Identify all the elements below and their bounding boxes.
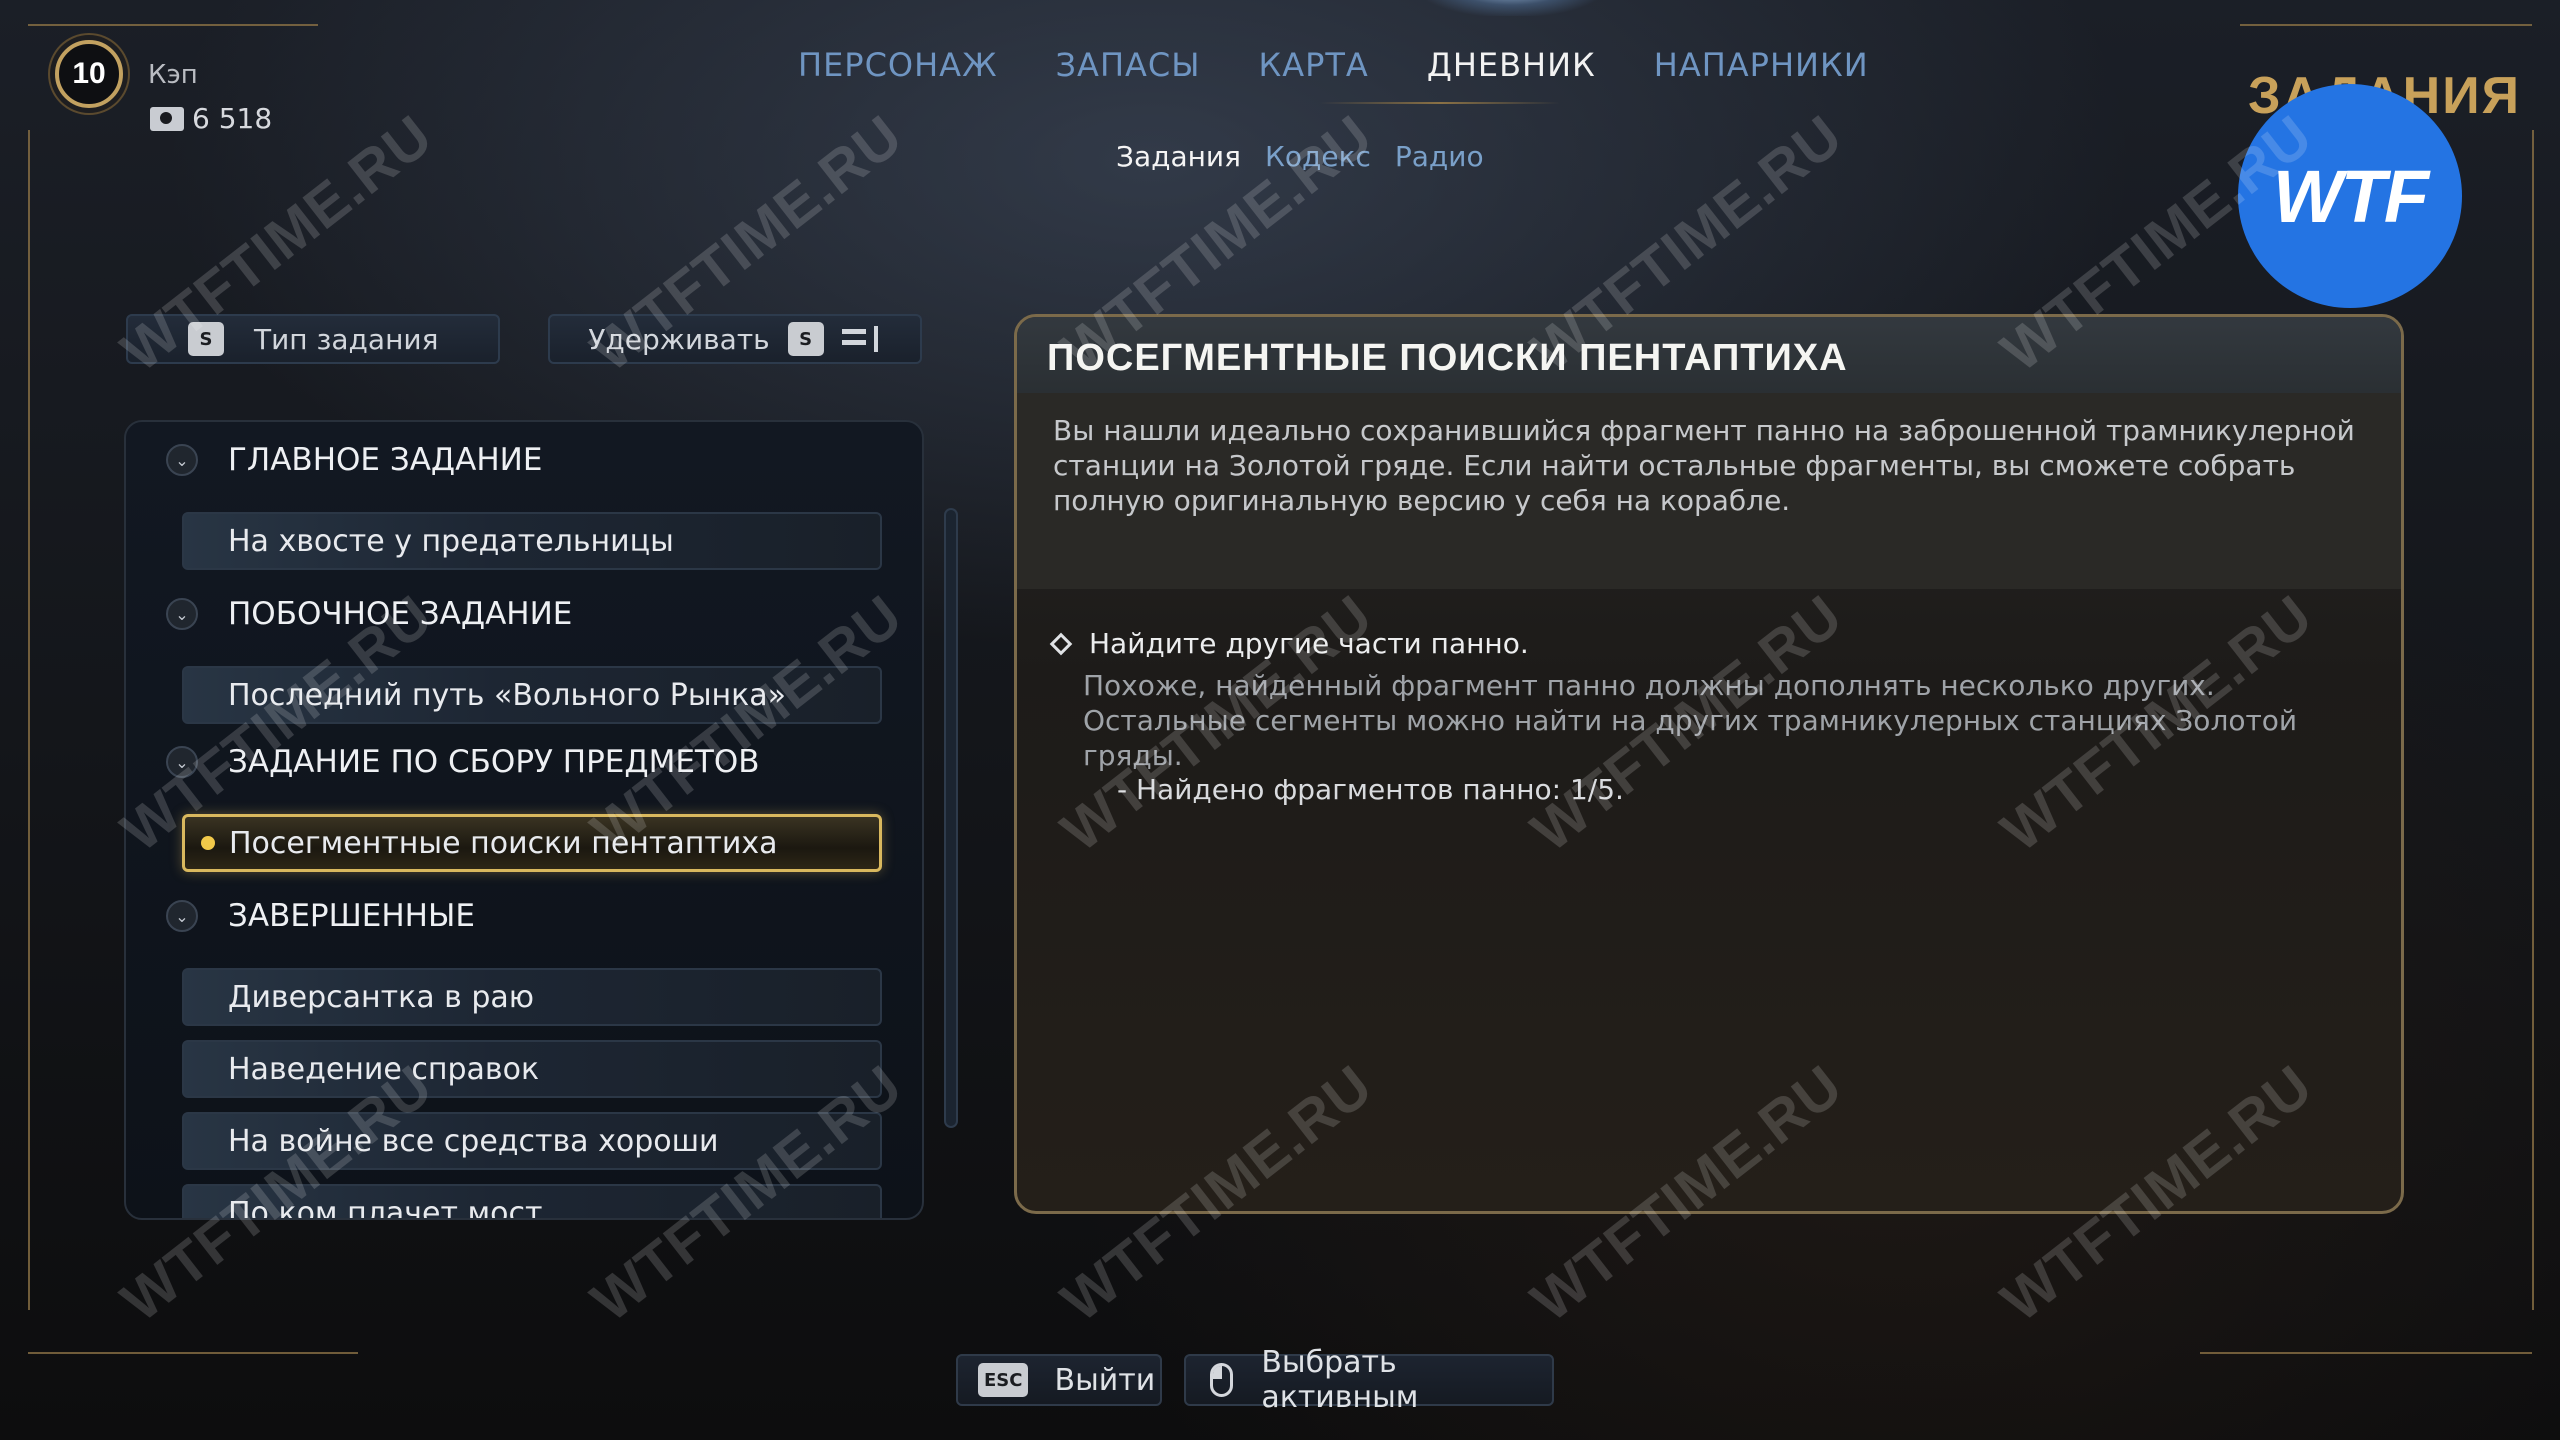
quest-title: Диверсантка в раю: [228, 979, 535, 1015]
subtab-quests[interactable]: Задания: [1116, 140, 1241, 173]
quest-description: Вы нашли идеально сохранившийся фрагмент…: [1017, 393, 2401, 589]
subtab-radio[interactable]: Радио: [1395, 140, 1484, 173]
hold-label: Удерживать: [588, 322, 770, 356]
category-title: ЗАВЕРШЕННЫЕ: [228, 898, 475, 934]
key-hint-s: S: [787, 322, 824, 356]
player-name: Кэп: [148, 60, 198, 90]
tab-character[interactable]: ПЕРСОНАЖ: [798, 46, 998, 84]
tab-map[interactable]: КАРТА: [1258, 46, 1368, 84]
money-display: 6 518: [150, 102, 272, 135]
quest-title: На войне все средства хороши: [228, 1123, 719, 1159]
exit-label: Выйти: [1054, 1362, 1156, 1398]
tab-journal[interactable]: ДНЕВНИК: [1420, 0, 1602, 84]
player-level: 10: [72, 57, 106, 90]
frame-bottom-left: [28, 1352, 358, 1354]
quest-item-active[interactable]: Посегментные поиски пентаптиха: [182, 814, 882, 872]
quest-item[interactable]: Наведение справок: [182, 1040, 882, 1098]
chevron-down-icon: ⌄: [166, 900, 198, 932]
chevron-down-icon: ⌄: [166, 444, 198, 476]
tab-inventory[interactable]: ЗАПАСЫ: [1056, 46, 1201, 84]
mouse-left-click-icon: [1210, 1363, 1234, 1397]
category-title: ПОБОЧНОЕ ЗАДАНИЕ: [228, 596, 573, 632]
sub-tabs: Задания Кодекс Радио: [1116, 140, 1484, 173]
wtf-watermark-badge: WTF: [2238, 84, 2462, 308]
tab-companions[interactable]: НАПАРНИКИ: [1654, 46, 1869, 84]
category-title: ЗАДАНИЕ ПО СБОРУ ПРЕДМЕТОВ: [228, 744, 760, 780]
chevron-down-icon: ⌄: [166, 746, 198, 778]
chevron-down-icon: ⌄: [166, 598, 198, 630]
quest-title: На хвосте у предательницы: [228, 523, 674, 559]
frame-top-left: [28, 24, 318, 26]
esc-key-icon: ESC: [978, 1363, 1029, 1397]
detail-header: ПОСЕГМЕНТНЫЕ ПОИСКИ ПЕНТАПТИХА: [1017, 317, 2401, 393]
quest-list-scrollbar[interactable]: [944, 508, 958, 1128]
exit-button[interactable]: ESC Выйти: [956, 1354, 1162, 1406]
objective-description: Похоже, найденный фрагмент панно должны …: [1083, 669, 2298, 772]
objective-diamond-icon: [1049, 632, 1073, 655]
main-tabs: ПЕРСОНАЖ ЗАПАСЫ КАРТА ДНЕВНИК НАПАРНИКИ: [798, 0, 1869, 84]
quest-title: Посегментные поиски пентаптиха: [229, 825, 778, 861]
active-quest-dot-icon: [201, 836, 215, 850]
filter-label: Тип задания: [254, 322, 439, 356]
credits-icon: [150, 106, 184, 131]
hold-sort-button[interactable]: Удерживать S: [548, 314, 922, 364]
category-collectibles[interactable]: ⌄ ЗАДАНИЕ ПО СБОРУ ПРЕДМЕТОВ: [166, 744, 760, 780]
frame-top-right: [2240, 24, 2532, 26]
tab-underline: [1320, 102, 1560, 104]
quest-title: По ком плачет мост: [228, 1195, 543, 1220]
quest-title: Последний путь «Вольного Рынка»: [228, 677, 787, 713]
quest-objective: Найдите другие части панно. Похоже, найд…: [1049, 627, 2341, 806]
quest-detail-title: ПОСЕГМЕНТНЫЕ ПОИСКИ ПЕНТАПТИХА: [1047, 337, 1848, 379]
frame-left: [28, 130, 30, 1310]
quest-title: Наведение справок: [228, 1051, 540, 1087]
category-completed[interactable]: ⌄ ЗАВЕРШЕННЫЕ: [166, 898, 475, 934]
objective-title: Найдите другие части панно.: [1089, 627, 1529, 660]
money-amount: 6 518: [192, 102, 273, 135]
quest-item[interactable]: Последний путь «Вольного Рынка»: [182, 666, 882, 724]
player-level-badge: 10: [55, 40, 123, 108]
quest-item[interactable]: Диверсантка в раю: [182, 968, 882, 1026]
key-hint-s: S: [188, 322, 224, 356]
subtab-codex[interactable]: Кодекс: [1265, 140, 1371, 173]
category-main[interactable]: ⌄ ГЛАВНОЕ ЗАДАНИЕ: [166, 442, 542, 478]
objective-progress: - Найдено фрагментов панно: 1/5.: [1117, 773, 1624, 806]
sort-icon: [841, 326, 882, 352]
frame-bottom-right: [2200, 1352, 2532, 1354]
objective-title-row: Найдите другие части панно.: [1049, 627, 2341, 660]
frame-right: [2532, 130, 2534, 1310]
set-active-button[interactable]: Выбрать активным: [1184, 1345, 1554, 1415]
quest-item[interactable]: На хвосте у предательницы: [182, 512, 882, 570]
quest-detail-panel: ПОСЕГМЕНТНЫЕ ПОИСКИ ПЕНТАПТИХА Вы нашли …: [1014, 314, 2404, 1214]
set-active-label: Выбрать активным: [1261, 1345, 1419, 1415]
category-title: ГЛАВНОЕ ЗАДАНИЕ: [228, 442, 543, 478]
quest-item[interactable]: На войне все средства хороши: [182, 1112, 882, 1170]
quest-item[interactable]: По ком плачет мост: [182, 1184, 882, 1220]
quest-type-filter-button[interactable]: S Тип задания: [126, 314, 500, 364]
quest-list-panel: ⌄ ГЛАВНОЕ ЗАДАНИЕ На хвосте у предательн…: [124, 420, 924, 1220]
category-side[interactable]: ⌄ ПОБОЧНОЕ ЗАДАНИЕ: [166, 596, 572, 632]
